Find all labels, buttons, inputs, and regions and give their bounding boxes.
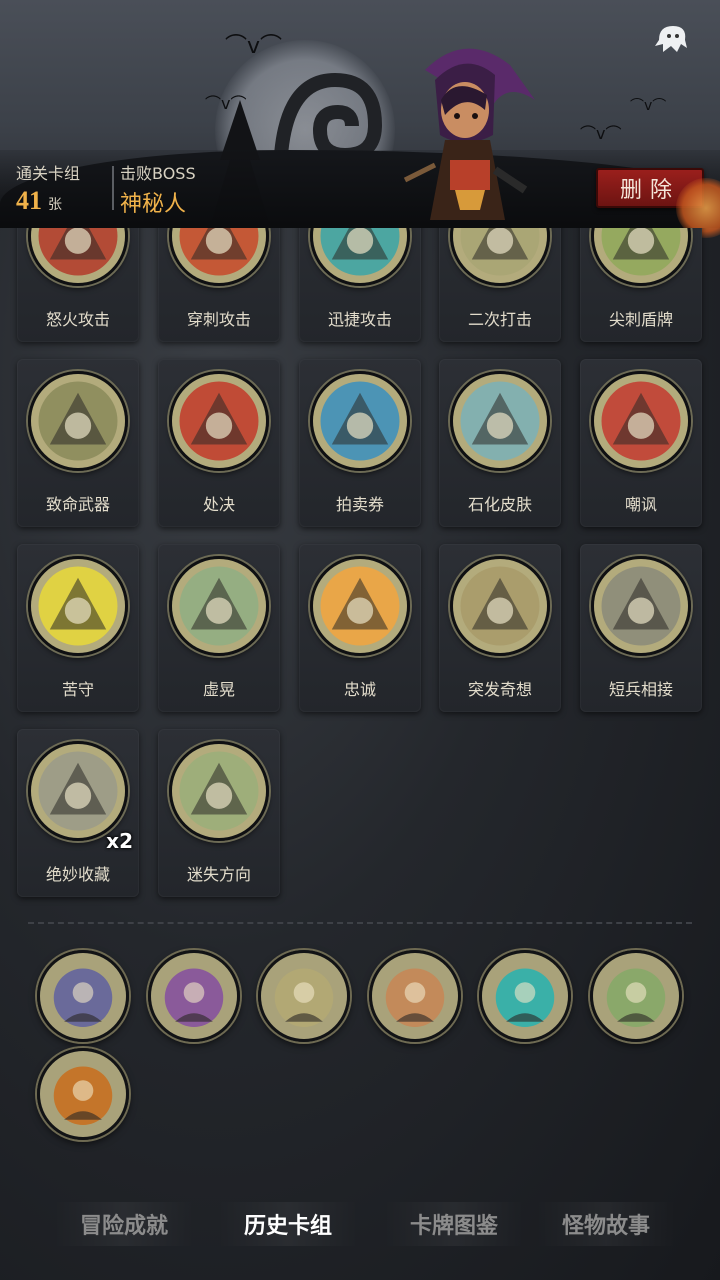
witch-cat-icon[interactable] — [37, 950, 129, 1042]
boss-name: 神秘人 — [120, 192, 187, 217]
card-label: 突发奇想 — [467, 680, 532, 699]
card-item[interactable]: 苦守 — [17, 544, 139, 712]
heroine-character-art — [403, 48, 535, 220]
card-label: 拍卖券 — [335, 495, 384, 514]
tab-adventure-achievements[interactable]: 冒险成就 — [54, 1202, 194, 1246]
card-label: 石化皮肤 — [467, 495, 532, 514]
card-label: 迅捷攻击 — [327, 310, 392, 329]
card-label: 绝妙收藏 — [45, 865, 110, 884]
bearded-men-icon[interactable] — [369, 950, 461, 1042]
card-count-badge: x2 — [106, 829, 133, 853]
card-item[interactable]: 绝妙收藏 x2 — [17, 729, 139, 897]
defeated-boss-stat: 击败BOSS 神秘人 — [120, 160, 196, 218]
card-label: 处决 — [202, 495, 235, 514]
card-unit: 张 — [48, 197, 62, 213]
bat-icon: ⌒v⌒ — [205, 94, 247, 113]
card-count: 41 — [16, 186, 42, 215]
card-label: 苦守 — [61, 680, 94, 699]
tab-history-decks[interactable]: 历史卡组 — [218, 1202, 358, 1246]
collection-art — [28, 741, 128, 841]
bat-icon: ⌒v⌒ — [225, 34, 283, 59]
hammer-book-icon[interactable] — [148, 950, 240, 1042]
card-label: 嘲讽 — [624, 495, 657, 514]
card-label: 尖刺盾牌 — [608, 310, 673, 329]
bat-icon: ⌒v⌒ — [580, 124, 622, 143]
hourglass-icon[interactable] — [258, 950, 350, 1042]
card-item[interactable]: 尖刺盾牌 — [580, 228, 702, 342]
card-label: 怒火攻击 — [45, 310, 110, 329]
card-item[interactable]: 处决 — [158, 359, 280, 527]
card-item[interactable]: 迷失方向 — [158, 729, 280, 897]
stone-skin-art — [450, 371, 550, 471]
cleared-deck-label: 通关卡组 — [16, 164, 81, 183]
feint-boxer-art — [169, 556, 269, 656]
defeated-boss-label: 击败BOSS — [120, 164, 196, 183]
card-item[interactable]: 忠诚 — [299, 544, 421, 712]
card-item[interactable]: 怒火攻击 — [17, 228, 139, 342]
section-divider — [28, 922, 692, 924]
card-item[interactable]: 致命武器 — [17, 359, 139, 527]
pierce-spikes-art — [169, 228, 269, 286]
swift-axe-art — [310, 228, 410, 286]
taunt-art — [591, 371, 691, 471]
card-item[interactable]: 拍卖券 — [299, 359, 421, 527]
tab-card-gallery[interactable]: 卡牌图鉴 — [384, 1202, 524, 1246]
card-item[interactable]: 嘲讽 — [580, 359, 702, 527]
stat-divider — [112, 166, 114, 210]
endure-shield-art — [28, 556, 128, 656]
card-label: 致命武器 — [45, 495, 110, 514]
deck-header: ⌒v⌒ ⌒v⌒ ⌒v⌒ ⌒v⌒ 通关卡组 41 张 击败BOSS 神秘人 删除 — [0, 0, 720, 228]
bat-icon: ⌒v⌒ — [630, 98, 667, 114]
tab-monster-stories[interactable]: 怪物故事 — [536, 1202, 676, 1246]
card-item[interactable]: 二次打击 — [439, 228, 561, 342]
auction-gavel-art — [310, 371, 410, 471]
card-label: 迷失方向 — [186, 865, 251, 884]
card-label: 二次打击 — [467, 310, 532, 329]
ghost-icon — [655, 26, 687, 52]
pumpkin-scarecrow-icon[interactable] — [37, 1048, 129, 1140]
card-item[interactable]: 虚晃 — [158, 544, 280, 712]
ghost-menu-button[interactable] — [646, 18, 696, 62]
loyalty-cross-art — [310, 556, 410, 656]
double-dagger-art — [450, 228, 550, 286]
deadly-weapons-art — [28, 371, 128, 471]
dark-tower-icon[interactable] — [479, 950, 571, 1042]
card-item[interactable]: 短兵相接 — [580, 544, 702, 712]
card-label: 忠诚 — [343, 680, 376, 699]
lost-signpost-art — [169, 741, 269, 841]
card-label: 虚晃 — [202, 680, 235, 699]
card-label: 短兵相接 — [608, 680, 673, 699]
card-grid[interactable]: 怒火攻击 穿刺攻击 迅捷攻击 二次打击 尖刺盾牌致命武器 处决 拍卖券 石化皮肤 嘲讽苦守 虚晃 忠… — [0, 228, 720, 918]
card-item[interactable]: 迅捷攻击 — [299, 228, 421, 342]
close-combat-art — [591, 556, 691, 656]
card-item[interactable]: 突发奇想 — [439, 544, 561, 712]
zombies-icon[interactable] — [590, 950, 682, 1042]
spike-shield-art — [591, 228, 691, 286]
execute-art — [169, 371, 269, 471]
cleared-deck-stat: 通关卡组 41 张 — [16, 160, 80, 216]
card-item[interactable]: 石化皮肤 — [439, 359, 561, 527]
sudden-idea-art — [450, 556, 550, 656]
card-label: 穿刺攻击 — [186, 310, 251, 329]
card-item[interactable]: 穿刺攻击 — [158, 228, 280, 342]
rage-axe-art — [28, 228, 128, 286]
